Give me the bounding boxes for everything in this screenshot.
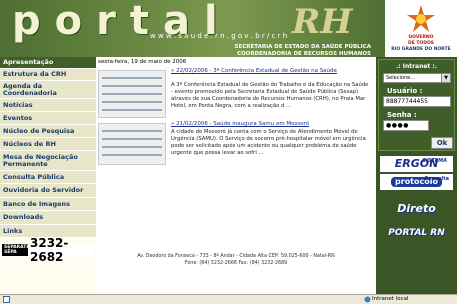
- news-item: » 21/02/2006 - Saúde inaugura Samu em Mo…: [98, 121, 373, 176]
- nav-item-downloads[interactable]: Downloads: [0, 211, 96, 225]
- left-nav: Apresentação Estrutura da CRH Agenda da …: [0, 57, 96, 294]
- ok-button[interactable]: Ok: [431, 137, 453, 149]
- security-zone-label: Intranet local: [372, 296, 409, 302]
- page-icon: [3, 296, 10, 303]
- intranet-title: .: Intranet :.: [395, 63, 438, 70]
- intranet-zone-icon: [364, 296, 371, 303]
- gov-logo-text2: DE TODOS: [407, 41, 435, 46]
- main-content: sexta-feira, 19 de maio de 2006 » 22/02/…: [96, 57, 376, 294]
- header-banner: portal RH w w w . s a u d e . r n . g o …: [0, 0, 457, 57]
- chevron-down-icon[interactable]: ▼: [441, 74, 450, 82]
- news-title[interactable]: » 22/02/2006 - 3ª Conferência Estadual d…: [171, 68, 371, 74]
- nav-item-agenda[interactable]: Agenda da Coordenadoria: [0, 81, 96, 99]
- news-item: » 22/02/2006 - 3ª Conferência Estadual d…: [98, 68, 373, 128]
- nav-item-apresentacao[interactable]: Apresentação: [0, 57, 96, 69]
- ergon-sub: SISTEMA: [422, 158, 447, 164]
- nav-item-ouvidoria[interactable]: Ouvidoria do Servidor: [0, 184, 96, 198]
- sepa-badge: SEPARATE SÊPA: [2, 244, 30, 256]
- nav-item-mesa-negociacao[interactable]: Mesa de Negociação Permanente: [0, 151, 96, 171]
- nav-item-consulta-publica[interactable]: Consulta Pública: [0, 171, 96, 184]
- nav-item-eventos[interactable]: Eventos: [0, 112, 96, 125]
- footer-line2: Fone: (84) 3232-2666 Fax: (84) 3232-2689: [184, 260, 288, 266]
- secretariat-title: SECRETARIA DE ESTADO DA SAÚDE PÚBLICA CO…: [185, 44, 385, 57]
- gov-logo-text1: GOVERNO: [408, 35, 434, 40]
- news-body: A 3ª Conferência Estadual de Gestão do T…: [171, 82, 369, 109]
- phone-number: 3232-2682: [30, 236, 69, 264]
- password-label: Senha :: [387, 111, 417, 119]
- intranet-select[interactable]: Selecione... ▼: [383, 73, 451, 83]
- direto-text: Direto: [397, 202, 436, 215]
- status-bar: Intranet local: [0, 294, 457, 304]
- nav-item-nucleo-pesquisa[interactable]: Núcleo de Pesquisa: [0, 125, 96, 138]
- nav-item-nucleos-rh[interactable]: Núcleos de RH: [0, 138, 96, 151]
- user-label: Usuário :: [387, 87, 423, 95]
- footer-line1: Av. Deodoro da Fonseca - 733 - 8º Andar …: [137, 254, 335, 259]
- phone-banner[interactable]: SEPARATE SÊPA 3232-2682: [2, 236, 94, 264]
- intranet-login-panel: .: Intranet :. Selecione... ▼ Usuário : …: [378, 59, 455, 151]
- password-input[interactable]: ●●●●: [383, 120, 429, 131]
- select-value: Selecione...: [386, 75, 415, 81]
- rh-logo: RH: [292, 2, 353, 42]
- nav-item-noticias[interactable]: Notícias: [0, 99, 96, 112]
- government-logo[interactable]: GOVERNO DE TODOS RIO GRANDE DO NORTE: [385, 0, 457, 57]
- protocolo-sub: Consulta: [424, 176, 449, 182]
- gov-logo-text3: RIO GRANDE DO NORTE: [391, 47, 451, 52]
- user-input[interactable]: 88877744455: [383, 96, 451, 107]
- site-url: w w w . s a u d e . r n . g o v . b r / …: [150, 32, 288, 40]
- footer-address: Av. Deodoro da Fonseca - 733 - 8º Andar …: [96, 254, 376, 267]
- protocolo-logo[interactable]: Consulta protocolo: [380, 174, 453, 190]
- government-emblem-icon: [407, 5, 435, 32]
- news-body: A cidade de Mossoró já conta com o Servi…: [171, 129, 366, 156]
- right-column: .: Intranet :. Selecione... ▼ Usuário : …: [376, 57, 457, 294]
- news-thumbnail[interactable]: [98, 123, 166, 165]
- ergon-logo[interactable]: SISTEMA ERGON: [380, 156, 453, 172]
- direto-logo[interactable]: Direto: [380, 201, 453, 217]
- nav-item-banco-imagens[interactable]: Banco de Imagens: [0, 198, 96, 211]
- current-date: sexta-feira, 19 de maio de 2006: [98, 59, 187, 65]
- nav-item-estrutura[interactable]: Estrutura da CRH: [0, 69, 96, 81]
- portal-rn-logo[interactable]: PORTAL RN: [380, 225, 453, 241]
- portal-rn-text: PORTAL RN: [388, 228, 445, 238]
- news-thumbnail[interactable]: [98, 70, 166, 118]
- news-title[interactable]: » 21/02/2006 - Saúde inaugura Samu em Mo…: [171, 121, 371, 127]
